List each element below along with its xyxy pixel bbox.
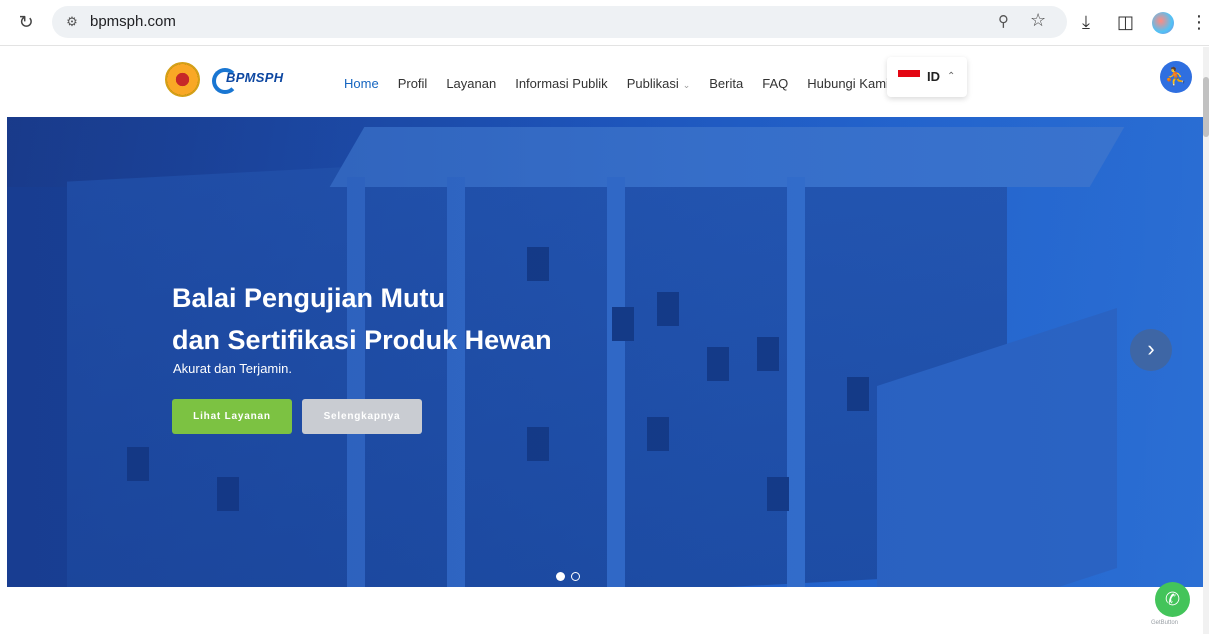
- chevron-down-icon: ⌄: [682, 79, 691, 90]
- menu-kebab-icon[interactable]: ⋮: [1190, 10, 1208, 34]
- profile-avatar[interactable]: [1152, 12, 1174, 34]
- side-panel-icon[interactable]: ◫: [1117, 10, 1134, 34]
- zoom-icon[interactable]: ⚲: [998, 12, 1009, 30]
- download-icon[interactable]: ⤓: [1082, 10, 1090, 34]
- language-selector[interactable]: ID ⌃: [887, 57, 967, 97]
- getbutton-credit[interactable]: GetButton: [1151, 620, 1178, 626]
- nav-item-publikasi-label: Publikasi: [626, 75, 679, 91]
- indonesia-flag-icon: [898, 70, 920, 77]
- hero-slider: Balai Pengujian Mutu dan Sertifikasi Pro…: [7, 117, 1203, 587]
- whatsapp-icon[interactable]: ✆: [1155, 582, 1190, 617]
- nav-item-home[interactable]: Home: [344, 76, 379, 91]
- chevron-up-icon: ⌃: [947, 71, 956, 82]
- accessibility-icon[interactable]: ⛹: [1160, 61, 1192, 93]
- chevron-right-icon[interactable]: ›: [1130, 329, 1172, 371]
- nav-item-faq[interactable]: FAQ: [762, 76, 788, 91]
- slider-dot[interactable]: [571, 572, 580, 581]
- reload-icon[interactable]: ↻: [14, 10, 38, 34]
- selengkapnya-button[interactable]: Selengkapnya: [302, 399, 422, 434]
- nav-item-hubungi-kami[interactable]: Hubungi Kami: [807, 76, 889, 91]
- nav-item-berita[interactable]: Berita: [709, 76, 743, 91]
- hero-title-line-1: Balai Pengujian Mutu: [172, 283, 446, 313]
- bookmark-star-icon[interactable]: ☆: [1030, 10, 1046, 31]
- lihat-layanan-button[interactable]: Lihat Layanan: [172, 399, 292, 434]
- nav-item-profil[interactable]: Profil: [398, 76, 428, 91]
- brand-logo[interactable]: BPMSPH: [212, 64, 292, 96]
- nav-item-informasi-publik[interactable]: Informasi Publik: [515, 76, 607, 91]
- site-settings-icon[interactable]: ⚙: [62, 12, 82, 32]
- main-nav: Home Profil Layanan Informasi Publik Pub…: [344, 72, 908, 94]
- nav-item-publikasi[interactable]: Publikasi ⌄: [627, 76, 691, 91]
- ministry-emblem-icon[interactable]: [165, 62, 200, 97]
- hero-subtitle: Akurat dan Terjamin.: [173, 361, 292, 376]
- language-label: ID: [927, 69, 940, 84]
- site-header: BPMSPH Home Profil Layanan Informasi Pub…: [0, 47, 1209, 117]
- scrollbar-thumb[interactable]: [1203, 77, 1209, 137]
- slider-dot-active[interactable]: [556, 572, 565, 581]
- hero-title-line-2: dan Sertifikasi Produk Hewan: [172, 325, 552, 355]
- url-text[interactable]: bpmsph.com: [90, 13, 176, 30]
- browser-toolbar: ↻ ⚙ bpmsph.com ⚲ ☆ ⤓ ◫ ⋮: [0, 0, 1209, 46]
- address-bar[interactable]: ⚙ bpmsph.com ⚲ ☆: [52, 6, 1067, 38]
- brand-text: BPMSPH: [226, 70, 284, 85]
- nav-item-layanan[interactable]: Layanan: [446, 76, 496, 91]
- hero-title: Balai Pengujian Mutu dan Sertifikasi Pro…: [172, 277, 552, 361]
